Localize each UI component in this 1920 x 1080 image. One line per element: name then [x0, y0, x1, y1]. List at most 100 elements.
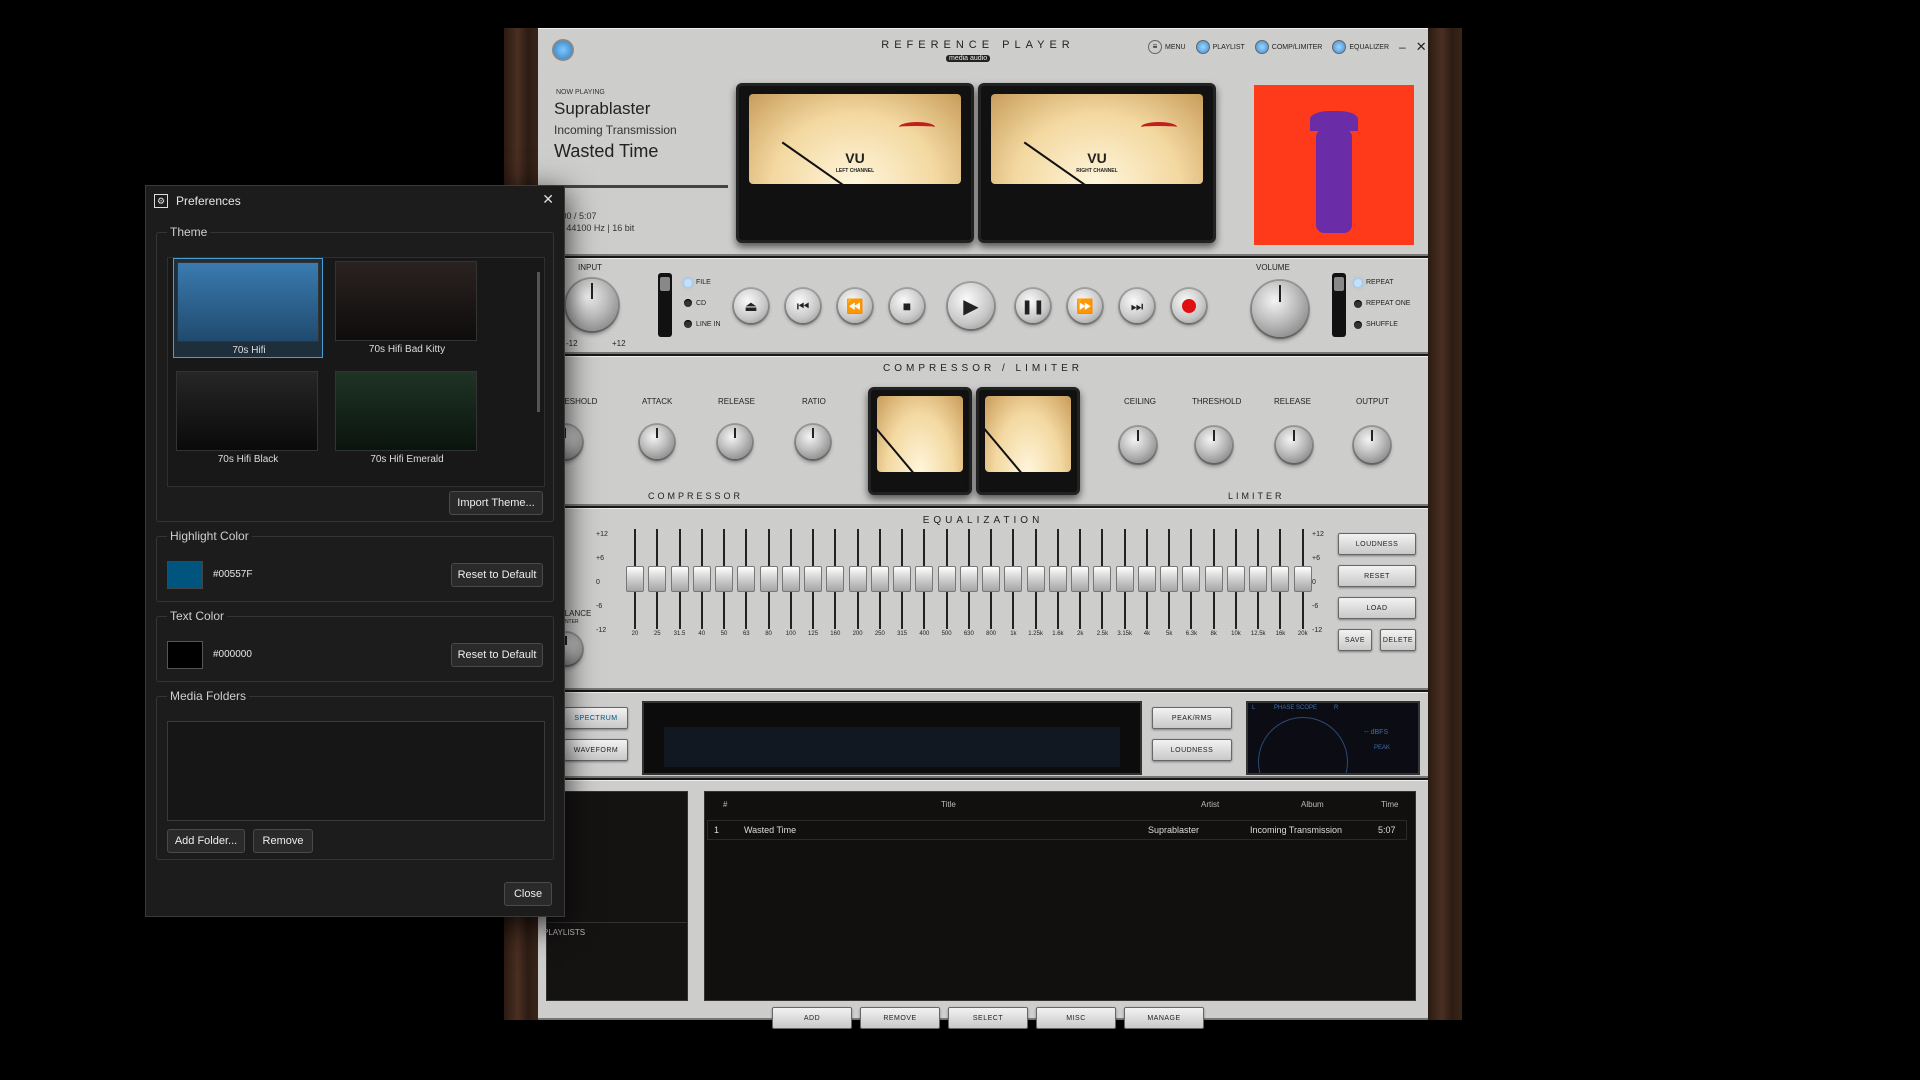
col-artist-header[interactable]: Artist	[1201, 800, 1219, 809]
eq-slider-5k[interactable]	[1160, 566, 1179, 592]
eq-slider-1.25k[interactable]	[1026, 566, 1045, 592]
rewind-button[interactable]: ⏪	[838, 289, 872, 323]
close-button[interactable]: Close	[504, 882, 552, 906]
eq-slider-20k[interactable]	[1293, 566, 1312, 592]
next-button[interactable]: ⏭	[1120, 289, 1154, 323]
playlist-button[interactable]: PLAYLIST	[1195, 40, 1245, 54]
misc-button[interactable]: MISC	[1036, 1007, 1116, 1029]
eq-slider-16k[interactable]	[1271, 566, 1290, 592]
theme-item[interactable]: 70s Hifi Emerald	[332, 368, 482, 468]
col-title-header[interactable]: Title	[941, 800, 956, 809]
eq-slider-400[interactable]	[915, 566, 934, 592]
eq-slider-80[interactable]	[759, 566, 778, 592]
pause-button[interactable]: ❚❚	[1016, 289, 1050, 323]
select-button[interactable]: SELECT	[948, 1007, 1028, 1029]
manage-button[interactable]: MANAGE	[1124, 1007, 1204, 1029]
table-row[interactable]: 1 Wasted Time Suprablaster Incoming Tran…	[707, 820, 1407, 840]
eq-slider-2.5k[interactable]	[1093, 566, 1112, 592]
eq-slider-630[interactable]	[959, 566, 978, 592]
spectrum-button[interactable]: SPECTRUM	[564, 707, 628, 729]
col-album-header[interactable]: Album	[1301, 800, 1324, 809]
menu-button[interactable]: ≡ MENU	[1148, 40, 1186, 54]
source-linein-label[interactable]: LINE IN	[696, 321, 721, 328]
shuffle-label[interactable]: SHUFFLE	[1366, 321, 1398, 328]
eject-button[interactable]: ⏏	[734, 289, 768, 323]
stop-button[interactable]: ■	[890, 289, 924, 323]
eq-slider-1k[interactable]	[1004, 566, 1023, 592]
source-file-label[interactable]: FILE	[696, 279, 711, 286]
text-color-swatch[interactable]	[167, 641, 203, 669]
eq-slider-200[interactable]	[848, 566, 867, 592]
eq-slider-63[interactable]	[737, 566, 756, 592]
eq-slider-4k[interactable]	[1137, 566, 1156, 592]
remove-track-button[interactable]: REMOVE	[860, 1007, 940, 1029]
lim-release-knob[interactable]	[1276, 427, 1312, 463]
eq-slider-1.6k[interactable]	[1048, 566, 1067, 592]
eq-slider-2k[interactable]	[1071, 566, 1090, 592]
eq-slider-50[interactable]	[715, 566, 734, 592]
eq-slider-125[interactable]	[804, 566, 823, 592]
source-switch[interactable]	[658, 273, 672, 337]
close-icon[interactable]: ✕	[1416, 39, 1427, 55]
eq-slider-40[interactable]	[692, 566, 711, 592]
eq-slider-10k[interactable]	[1226, 566, 1245, 592]
highlight-color-swatch[interactable]	[167, 561, 203, 589]
progress-bar[interactable]	[554, 185, 728, 188]
eq-slider-25[interactable]	[648, 566, 667, 592]
eq-slider-100[interactable]	[781, 566, 800, 592]
reset-text-color-button[interactable]: Reset to Default	[451, 643, 543, 667]
output-knob[interactable]	[1354, 427, 1390, 463]
eq-slider-6.3k[interactable]	[1182, 566, 1201, 592]
eq-delete-button[interactable]: DELETE	[1380, 629, 1416, 651]
eq-slider-8k[interactable]	[1204, 566, 1223, 592]
eq-slider-20[interactable]	[626, 566, 644, 592]
volume-knob[interactable]	[1252, 281, 1308, 337]
theme-scrollbar[interactable]	[537, 272, 540, 412]
remove-folder-button[interactable]: Remove	[253, 829, 313, 853]
theme-item[interactable]: 70s Hifi Black	[173, 368, 323, 468]
add-button[interactable]: ADD	[772, 1007, 852, 1029]
input-knob[interactable]	[566, 279, 618, 331]
eq-loudness-button[interactable]: LOUDNESS	[1338, 533, 1416, 555]
comp-release-knob[interactable]	[718, 425, 752, 459]
add-folder-button[interactable]: Add Folder...	[167, 829, 245, 853]
ratio-knob[interactable]	[796, 425, 830, 459]
comp-limiter-button[interactable]: COMP/LIMITER	[1254, 40, 1322, 54]
ceiling-knob[interactable]	[1120, 427, 1156, 463]
theme-item-selected[interactable]: 70s Hifi	[173, 258, 323, 358]
eq-slider-3.15k[interactable]	[1115, 566, 1134, 592]
reset-highlight-button[interactable]: Reset to Default	[451, 563, 543, 587]
col-time-header[interactable]: Time	[1381, 800, 1398, 809]
repeat-switch[interactable]	[1332, 273, 1346, 337]
eq-slider-12.5k[interactable]	[1249, 566, 1268, 592]
fast-forward-button[interactable]: ⏩	[1068, 289, 1102, 323]
eq-slider-250[interactable]	[870, 566, 889, 592]
power-button[interactable]	[552, 39, 574, 61]
record-button[interactable]	[1172, 289, 1206, 323]
repeat-label[interactable]: REPEAT	[1366, 279, 1394, 286]
waveform-button[interactable]: WAVEFORM	[564, 739, 628, 761]
equalizer-button[interactable]: EQUALIZER	[1332, 40, 1389, 54]
peak-rms-button[interactable]: PEAK/RMS	[1152, 707, 1232, 729]
col-num-header[interactable]: #	[723, 800, 727, 809]
source-cd-label[interactable]: CD	[696, 300, 706, 307]
close-icon[interactable]: ✕	[542, 191, 554, 208]
minimize-icon[interactable]: –	[1399, 40, 1406, 54]
eq-slider-500[interactable]	[937, 566, 956, 592]
theme-item[interactable]: 70s Hifi Bad Kitty	[332, 258, 482, 358]
play-button[interactable]: ▶	[948, 283, 994, 329]
eq-slider-315[interactable]	[893, 566, 912, 592]
media-folders-list[interactable]	[167, 721, 545, 821]
attack-knob[interactable]	[640, 425, 674, 459]
eq-reset-button[interactable]: RESET	[1338, 565, 1416, 587]
eq-slider-160[interactable]	[826, 566, 845, 592]
eq-slider-800[interactable]	[982, 566, 1001, 592]
eq-load-button[interactable]: LOAD	[1338, 597, 1416, 619]
previous-button[interactable]: ⏮	[786, 289, 820, 323]
eq-slider-31.5[interactable]	[670, 566, 689, 592]
analyzer-loudness-button[interactable]: LOUDNESS	[1152, 739, 1232, 761]
import-theme-button[interactable]: Import Theme...	[449, 491, 543, 515]
lim-threshold-knob[interactable]	[1196, 427, 1232, 463]
eq-save-button[interactable]: SAVE	[1338, 629, 1372, 651]
repeat-one-label[interactable]: REPEAT ONE	[1366, 300, 1410, 307]
